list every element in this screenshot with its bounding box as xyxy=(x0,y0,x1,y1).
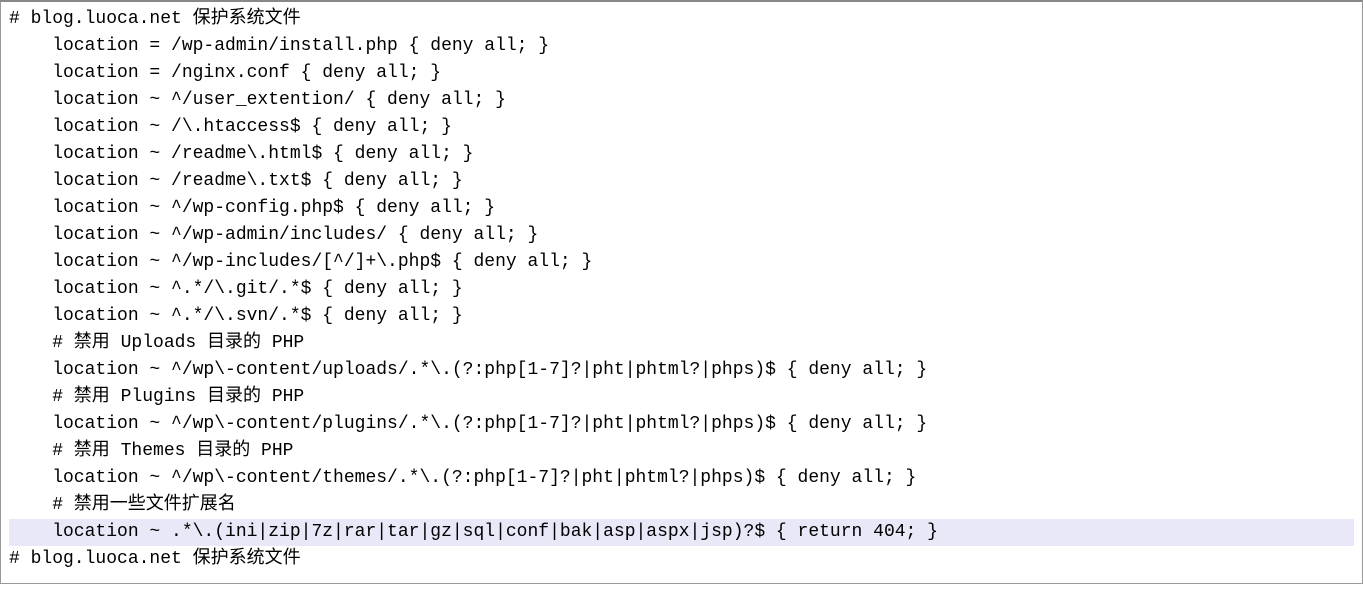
code-line: # 禁用 Themes 目录的 PHP xyxy=(9,438,1354,465)
code-editor[interactable]: # blog.luoca.net 保护系统文件location = /wp-ad… xyxy=(0,0,1363,584)
code-line: location ~ ^.*/\.svn/.*$ { deny all; } xyxy=(9,303,1354,330)
code-line: location ~ ^.*/\.git/.*$ { deny all; } xyxy=(9,276,1354,303)
code-line: location ~ ^/wp\-content/themes/.*\.(?:p… xyxy=(9,465,1354,492)
code-line: location ~ ^/wp-includes/[^/]+\.php$ { d… xyxy=(9,249,1354,276)
code-line: # blog.luoca.net 保护系统文件 xyxy=(9,546,1354,573)
code-line: location = /wp-admin/install.php { deny … xyxy=(9,33,1354,60)
code-line: location ~ ^/wp-config.php$ { deny all; … xyxy=(9,195,1354,222)
code-line: # 禁用 Plugins 目录的 PHP xyxy=(9,384,1354,411)
code-line: location ~ ^/user_extention/ { deny all;… xyxy=(9,87,1354,114)
code-line: location ~ /\.htaccess$ { deny all; } xyxy=(9,114,1354,141)
code-line: location ~ .*\.(ini|zip|7z|rar|tar|gz|sq… xyxy=(9,519,1354,546)
code-line: location ~ /readme\.html$ { deny all; } xyxy=(9,141,1354,168)
code-line: location ~ ^/wp\-content/uploads/.*\.(?:… xyxy=(9,357,1354,384)
code-line: location ~ ^/wp-admin/includes/ { deny a… xyxy=(9,222,1354,249)
code-line: # 禁用 Uploads 目录的 PHP xyxy=(9,330,1354,357)
code-line: location ~ /readme\.txt$ { deny all; } xyxy=(9,168,1354,195)
code-line: # blog.luoca.net 保护系统文件 xyxy=(9,6,1354,33)
code-line: location = /nginx.conf { deny all; } xyxy=(9,60,1354,87)
code-line: # 禁用一些文件扩展名 xyxy=(9,492,1354,519)
code-line: location ~ ^/wp\-content/plugins/.*\.(?:… xyxy=(9,411,1354,438)
